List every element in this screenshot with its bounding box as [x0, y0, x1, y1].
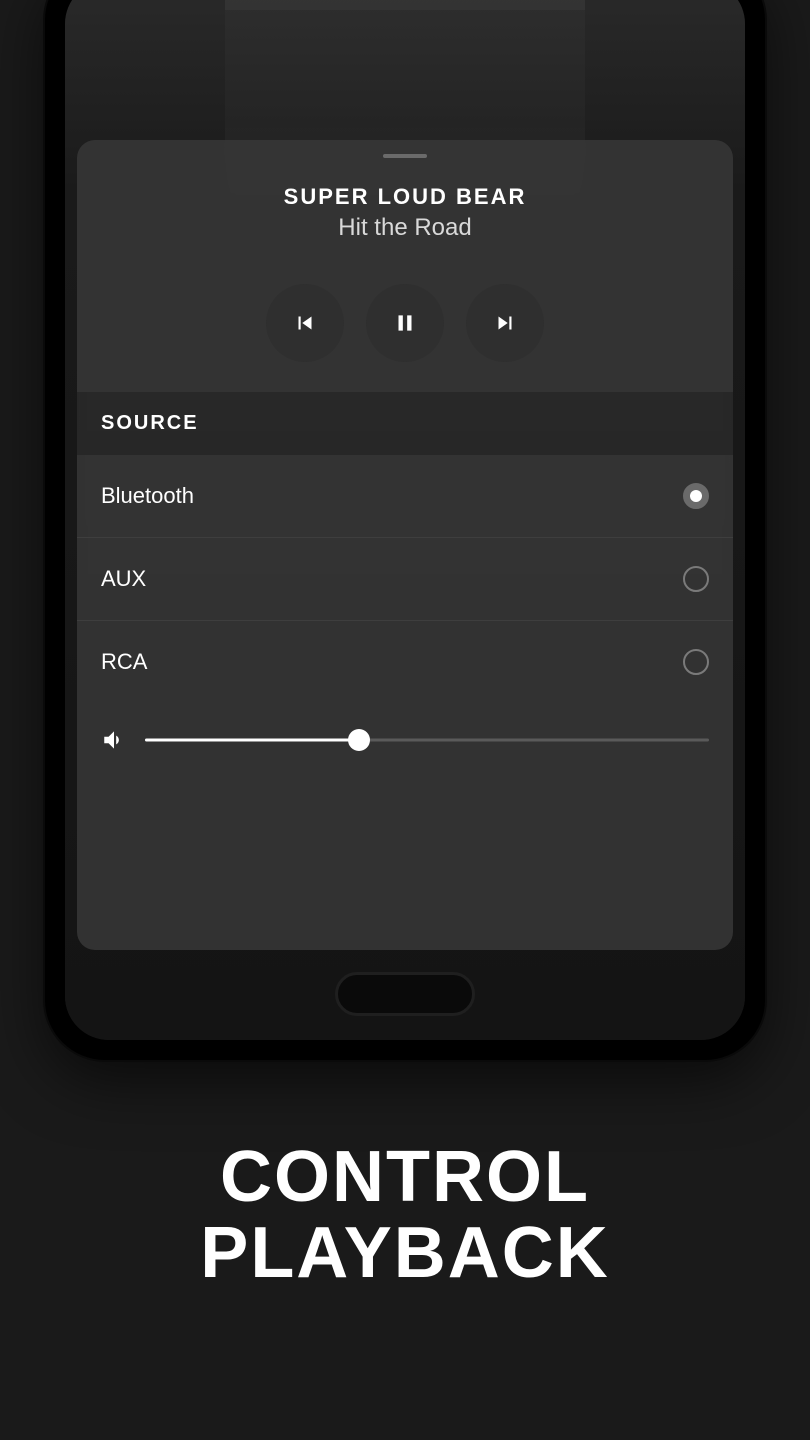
previous-icon [292, 310, 318, 336]
source-item-aux[interactable]: AUX [77, 538, 733, 621]
radio[interactable] [683, 649, 709, 675]
track-title: Hit the Road [97, 214, 713, 242]
source-label: AUX [101, 566, 146, 592]
previous-button[interactable] [266, 284, 344, 362]
volume-slider[interactable] [145, 738, 709, 742]
caption-line-1: CONTROL [0, 1140, 810, 1216]
radio[interactable] [683, 566, 709, 592]
source-item-rca[interactable]: RCA [77, 621, 733, 703]
sheet-drag-handle[interactable] [383, 154, 427, 158]
now-playing: SUPER LOUD BEAR Hit the Road [77, 178, 733, 270]
home-button[interactable] [335, 972, 475, 1016]
next-button[interactable] [466, 284, 544, 362]
promo-caption: CONTROL PLAYBACK [0, 1140, 810, 1291]
volume-icon [101, 727, 127, 753]
slider-fill [145, 739, 359, 742]
volume-row [77, 703, 733, 783]
playback-sheet: SUPER LOUD BEAR Hit the Road SOURCE Blue… [77, 140, 733, 950]
phone-screen: SUPER LOUD BEAR Hit the Road SOURCE Blue… [65, 0, 745, 1040]
phone-frame: SUPER LOUD BEAR Hit the Road SOURCE Blue… [45, 0, 765, 1060]
next-icon [492, 310, 518, 336]
source-label: RCA [101, 649, 147, 675]
playback-controls [77, 284, 733, 362]
source-header: SOURCE [77, 392, 733, 455]
source-label: Bluetooth [101, 483, 194, 509]
caption-line-2: PLAYBACK [0, 1216, 810, 1292]
slider-thumb[interactable] [348, 729, 370, 751]
source-list: Bluetooth AUX RCA [77, 455, 733, 703]
source-item-bluetooth[interactable]: Bluetooth [77, 455, 733, 538]
radio[interactable] [683, 483, 709, 509]
pause-button[interactable] [366, 284, 444, 362]
pause-icon [392, 310, 418, 336]
artist-name: SUPER LOUD BEAR [97, 184, 713, 210]
